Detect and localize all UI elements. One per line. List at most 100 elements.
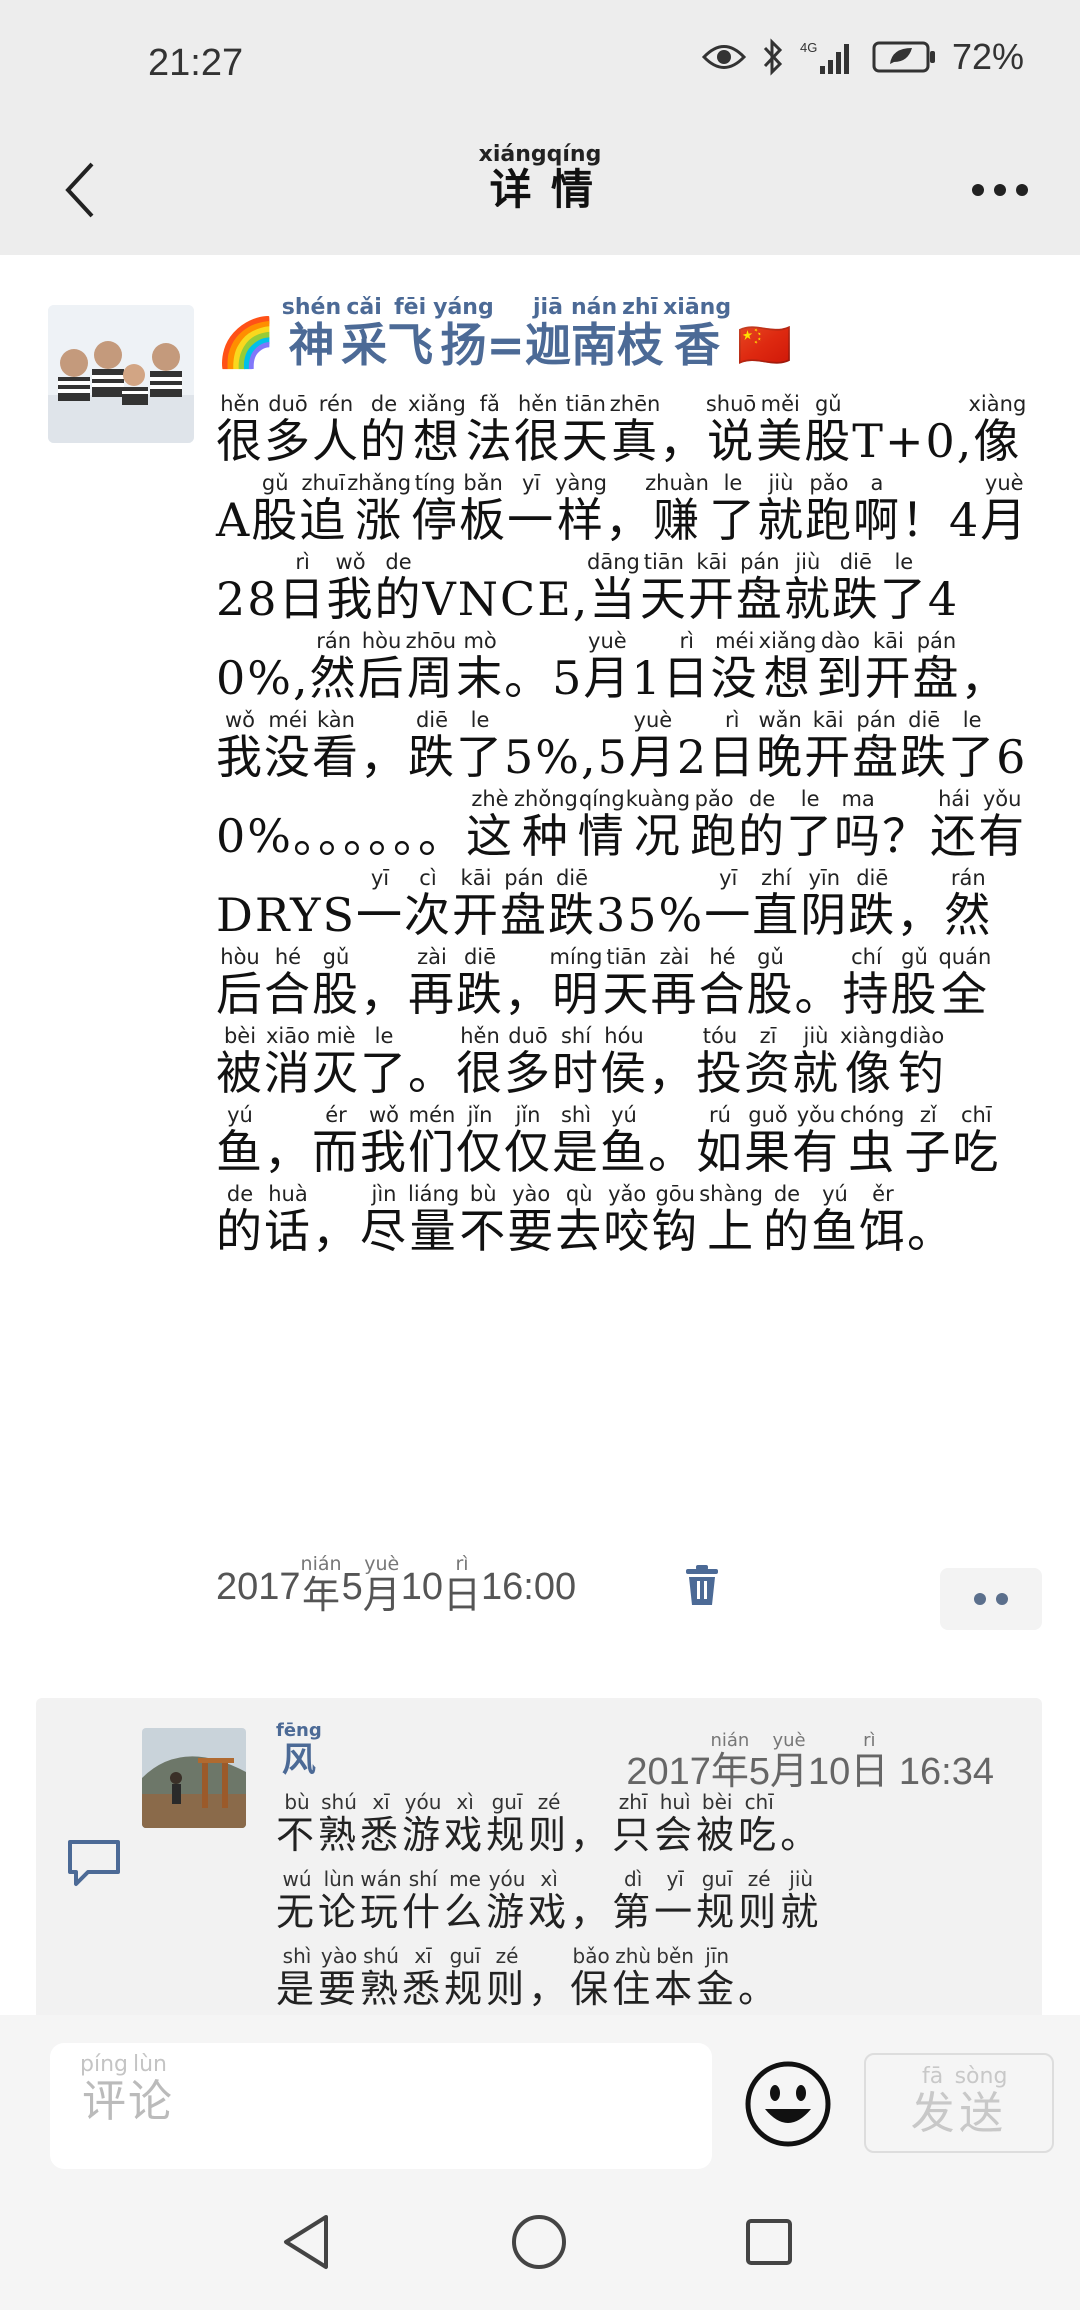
emoji-button[interactable] (743, 2059, 833, 2149)
comment-text: ， (528, 1967, 571, 2011)
delete-button[interactable] (680, 1563, 724, 1607)
post-time-text: 10 (400, 1565, 443, 1608)
comment-text: ， (570, 1813, 613, 1857)
post-text: T+0, (852, 414, 974, 468)
post-char: 然rán (944, 866, 993, 942)
post-char: 尽jìn (360, 1182, 408, 1258)
post-char: 了le (360, 1024, 408, 1100)
comment-char: 戏xì (444, 1790, 487, 1857)
author-char: 采cǎi (341, 295, 388, 372)
post-text: VNCE, (422, 572, 590, 626)
post-char: 是shì (552, 1103, 600, 1179)
post-char: 阴yīn (800, 866, 849, 942)
comment-char: 熟shú (318, 1790, 361, 1857)
post-char: 后hòu (216, 945, 264, 1021)
post-char: 日rì (662, 629, 711, 705)
post-char: 上shàng (699, 1182, 763, 1258)
post-char: 们mén (408, 1103, 456, 1179)
post-char: 一yī (507, 471, 556, 547)
post-char: 话huà (264, 1182, 312, 1258)
post-char: 跌diē (547, 866, 596, 942)
post-char: 股gǔ (312, 945, 360, 1021)
post-char: 我wǒ (360, 1103, 408, 1179)
post-text: ， (504, 967, 552, 1021)
author-avatar[interactable] (48, 305, 194, 443)
comment-char: 第dì (612, 1867, 655, 1934)
post-body: 很hěn多duō人rén的de想xiǎng法fǎ很hěn天tiān真zhēn，说… (216, 392, 1036, 1271)
comment-char: 悉xī (360, 1790, 403, 1857)
screen: 21:27 4G 72% 详xiáng情qíng 🌈 神shén采cǎi飞fēi… (0, 0, 1080, 2310)
more-dot (1016, 184, 1028, 196)
action-dot (974, 1593, 986, 1605)
comment-timestamp: 2017年nián5月yuè10日rì 16:34 (626, 1730, 994, 1795)
post-char: 盘pán (499, 866, 548, 942)
post-char: 末mò (456, 629, 505, 705)
send-button[interactable]: 发fā 送sòng (864, 2053, 1054, 2153)
post-char: 月yuè (628, 708, 677, 784)
comment-time-char: 月yuè (770, 1730, 809, 1793)
post-text: ？ (882, 809, 931, 863)
more-button[interactable] (960, 160, 1040, 220)
post-char: 啊a (852, 471, 901, 547)
comment-char: 则zé (528, 1790, 571, 1857)
post-time-char: 年nián (300, 1553, 342, 1617)
commenter-avatar[interactable] (142, 1728, 246, 1828)
commenter-name[interactable]: 风fēng (276, 1720, 322, 1781)
nav-back-button[interactable] (276, 2209, 342, 2275)
post-char: 开kāi (804, 708, 853, 784)
post-char: 量liáng (408, 1182, 460, 1258)
status-bar: 21:27 4G 72% (0, 0, 1080, 130)
post-char: 盘pán (852, 708, 901, 784)
title-char: 情qíng (546, 142, 602, 214)
post-time-char: 月yuè (362, 1553, 401, 1617)
post-char: 这zhè (465, 787, 514, 863)
post-text: 。 (906, 1204, 955, 1258)
post-char: 要yào (507, 1182, 556, 1258)
comment-section: 风fēng 2017年nián5月yuè10日rì 16:34 不bù熟shú悉… (36, 1698, 1042, 2015)
post-char: 跌diē (900, 708, 949, 784)
nav-recents-button[interactable] (736, 2209, 802, 2275)
post-text: A (216, 493, 252, 547)
author-name[interactable]: 🌈 神shén采cǎi飞fēi扬yáng=迦jiā南nán枝zhī香xiāng … (216, 295, 792, 372)
post-char: 了le (708, 471, 757, 547)
post-text: ， (960, 651, 1009, 705)
post-char: 了le (786, 787, 835, 863)
post-char: 一yī (355, 866, 404, 942)
post-char: 再zài (408, 945, 456, 1021)
comment-char: 金jīn (696, 1944, 739, 2011)
comment-char: 要yào (318, 1944, 361, 2011)
nav-bar: 详xiáng情qíng (0, 130, 1080, 255)
author-text: = (486, 318, 525, 372)
post-text: 5%, (504, 730, 598, 784)
post-char: 股gǔ (804, 392, 853, 468)
post-actions-button[interactable] (940, 1568, 1042, 1630)
comment-time-text: 16:34 (888, 1751, 994, 1793)
triangle-back-icon (284, 2215, 328, 2269)
post-char: 全quán (938, 945, 992, 1021)
post-char: 法fǎ (465, 392, 514, 468)
post-char: 咬yǎo (603, 1182, 652, 1258)
post-text: ， (360, 730, 408, 784)
comment-char: 是shì (276, 1944, 319, 2011)
post-char: 的de (738, 787, 787, 863)
post-char: 说shuō (705, 392, 757, 468)
post-char: 很hěn (216, 392, 264, 468)
post-char: 开kāi (451, 866, 500, 942)
comment-char: 则zé (486, 1944, 529, 2011)
post-char: 的de (762, 1182, 811, 1258)
post-char: 没méi (264, 708, 312, 784)
post-char: 像xiàng (968, 392, 1027, 468)
author-char: 扬yáng (433, 295, 494, 372)
post-text: 。 (648, 1125, 696, 1179)
nav-home-button[interactable] (506, 2209, 572, 2275)
post-char: 再zài (650, 945, 699, 1021)
post-text: ， (360, 967, 408, 1021)
post-char: 跌diē (848, 866, 897, 942)
post-char: 钩gōu (651, 1182, 700, 1258)
more-dot (994, 184, 1006, 196)
comment-text: 不bù熟shú悉xī游yóu戏xì规guī则zé，只zhī会huì被bèi吃ch… (276, 1790, 1006, 2015)
comment-input[interactable]: 评píng论lùn (50, 2043, 712, 2169)
post-text: ， (896, 888, 945, 942)
author-char: 香xiāng (663, 295, 732, 372)
post-char: 板bǎn (459, 471, 508, 547)
